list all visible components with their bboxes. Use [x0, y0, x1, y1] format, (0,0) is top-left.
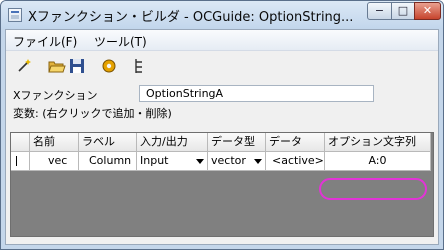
new-icon[interactable] — [16, 57, 34, 75]
cell-type[interactable]: vector — [208, 152, 266, 171]
table-row[interactable]: vec Column Input vector <active> A:0 — [11, 152, 431, 171]
header-label[interactable]: ラベル — [79, 133, 137, 152]
menu-file[interactable]: ファイル(F) — [13, 33, 77, 50]
variables-grid: 名前 ラベル 入力/出力 データ型 データ オプション文字列 vec Colum… — [10, 132, 434, 237]
maximize-button[interactable]: □ — [391, 2, 415, 20]
header-data[interactable]: データ — [266, 133, 325, 152]
tree-view-icon[interactable] — [132, 57, 150, 75]
grid-corner — [11, 133, 30, 152]
chevron-down-icon[interactable] — [254, 159, 262, 164]
header-option-string[interactable]: オプション文字列 — [325, 133, 431, 152]
variables-hint: 変数: (右クリックで追加・削除) — [13, 107, 172, 120]
header-name[interactable]: 名前 — [30, 133, 79, 152]
close-button[interactable]: ✕ — [414, 2, 441, 20]
cell-label[interactable]: Column — [79, 152, 137, 171]
app-window: Xファンクション・ビルダ - OCGuide: OptionString... … — [0, 0, 444, 250]
app-icon — [8, 8, 22, 22]
xfunction-name-input[interactable]: OptionStringA — [139, 85, 374, 102]
xfunction-label: Xファンクション — [13, 89, 98, 102]
chevron-down-icon[interactable] — [196, 159, 204, 164]
cell-io-value: Input — [140, 154, 169, 167]
cell-io[interactable]: Input — [137, 152, 208, 171]
menu-tools[interactable]: ツール(T) — [94, 33, 147, 50]
header-io[interactable]: 入力/出力 — [137, 133, 208, 152]
row-header[interactable] — [11, 152, 30, 171]
save-icon[interactable] — [68, 57, 86, 75]
client-area: ファイル(F) ツール(T) Xファンクション OptionStringA 変数… — [5, 29, 439, 245]
menu-bar: ファイル(F) ツール(T) — [6, 30, 438, 51]
cell-data[interactable]: <active> — [266, 152, 325, 171]
title-bar[interactable]: Xファンクション・ビルダ - OCGuide: OptionString... … — [1, 1, 443, 29]
cell-name[interactable]: vec — [30, 152, 79, 171]
grid-header-row: 名前 ラベル 入力/出力 データ型 データ オプション文字列 — [11, 133, 431, 152]
settings-gear-icon[interactable] — [100, 57, 118, 75]
open-folder-icon[interactable] — [48, 57, 66, 75]
row-cursor-icon — [16, 156, 17, 166]
cell-option-string[interactable]: A:0 — [325, 152, 431, 171]
cell-type-value: vector — [211, 154, 246, 167]
minimize-button[interactable]: − — [367, 2, 392, 20]
header-type[interactable]: データ型 — [208, 133, 266, 152]
window-title: Xファンクション・ビルダ - OCGuide: OptionString... — [28, 10, 354, 25]
